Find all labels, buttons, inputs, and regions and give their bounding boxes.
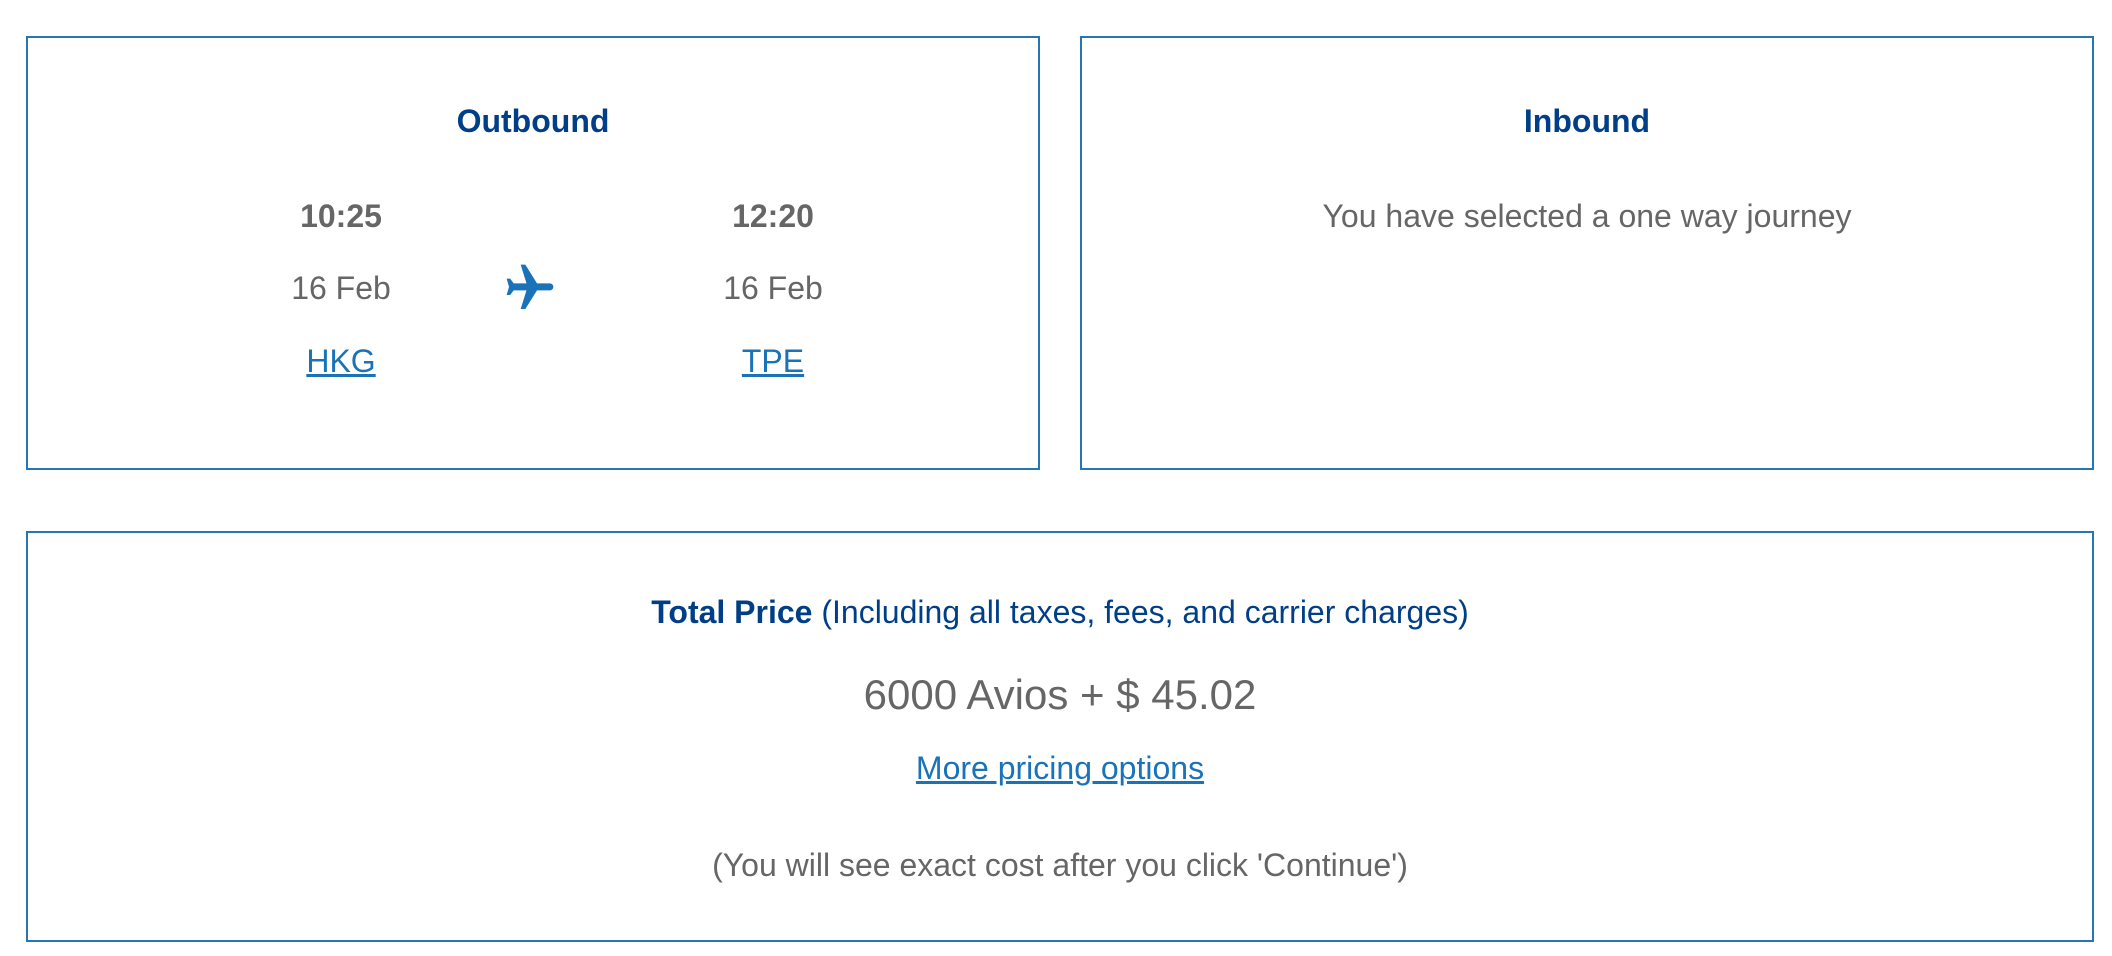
arrival-time: 12:20 <box>732 198 814 234</box>
departure-time: 10:25 <box>300 198 382 234</box>
total-price-heading: Total Price (Including all taxes, fees, … <box>28 592 2092 632</box>
total-price-value: 6000 Avios + $ 45.02 <box>863 671 1257 718</box>
one-way-message: You have selected a one way journey <box>1322 198 1852 234</box>
outbound-title: Outbound <box>456 103 610 139</box>
total-price-detail: (Including all taxes, fees, and carrier … <box>812 594 1469 630</box>
inbound-panel: Inbound You have selected a one way jour… <box>1080 36 2094 470</box>
departure-airport-link[interactable]: HKG <box>306 343 375 379</box>
more-pricing-options-link[interactable]: More pricing options <box>916 750 1204 786</box>
total-price-label: Total Price <box>651 594 813 630</box>
departure-airport: HKG <box>211 341 471 381</box>
more-pricing-options-container: More pricing options <box>28 748 2092 788</box>
arrival-airport: TPE <box>643 341 903 381</box>
arrival-date: 16 Feb <box>723 270 823 306</box>
departure-date: 16 Feb <box>291 270 391 306</box>
arrival-airport-link[interactable]: TPE <box>742 343 804 379</box>
continue-note: (You will see exact cost after you click… <box>712 847 1408 883</box>
outbound-panel: Outbound 10:25 16 Feb HKG 12:20 16 Feb T… <box>26 36 1040 470</box>
inbound-title: Inbound <box>1523 103 1651 139</box>
total-price-panel: Total Price (Including all taxes, fees, … <box>26 531 2094 942</box>
airplane-icon <box>506 264 554 309</box>
